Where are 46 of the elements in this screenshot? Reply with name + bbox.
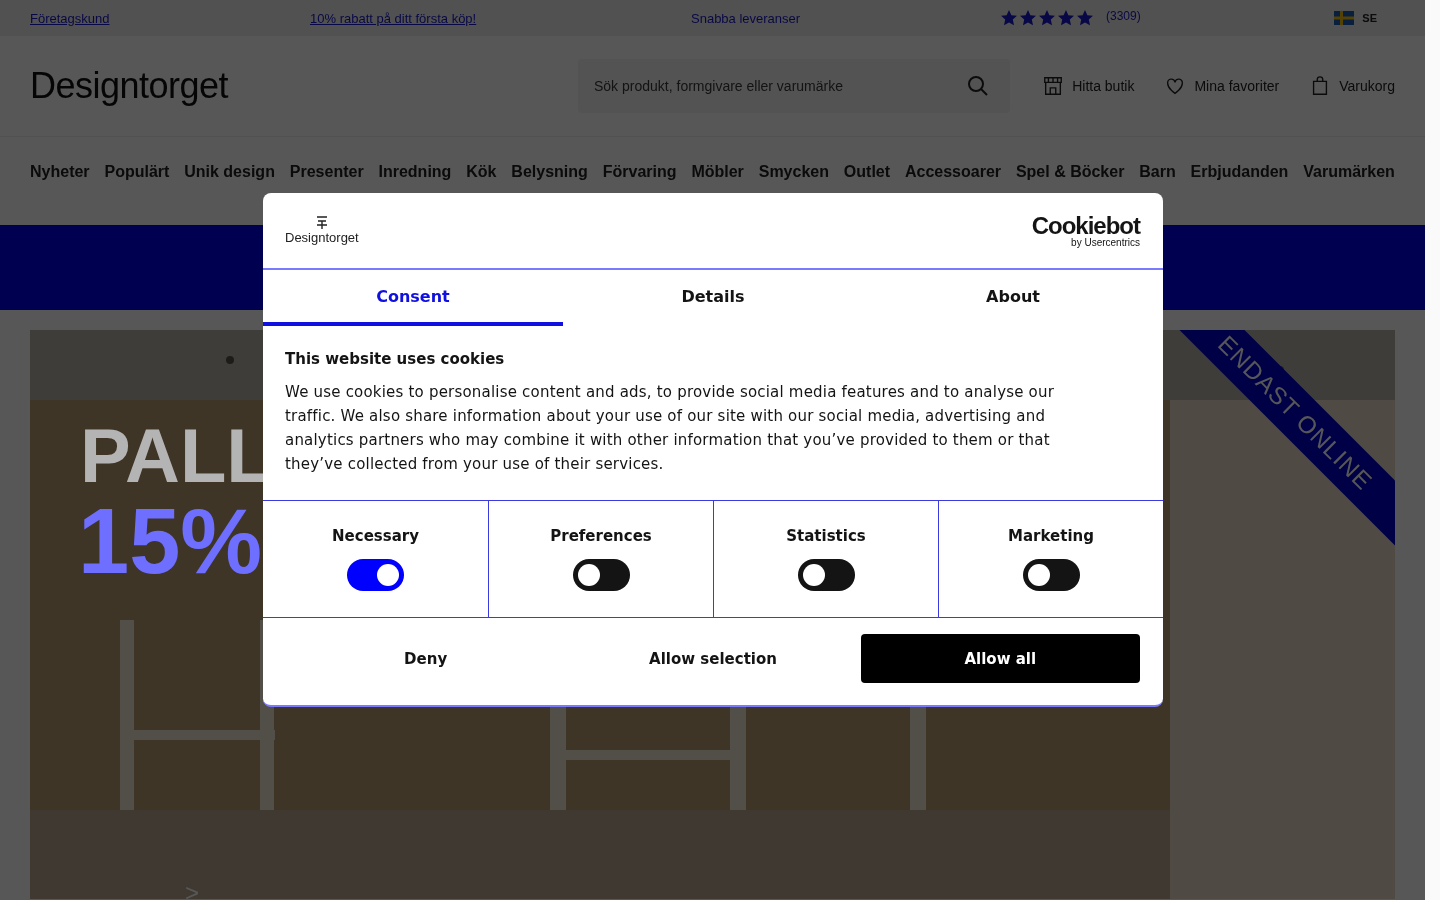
- nav-item[interactable]: Belysning: [511, 163, 588, 181]
- brand-mark-icon: [315, 216, 328, 230]
- brand-name: Designtorget: [285, 230, 359, 245]
- toggle-switch[interactable]: [797, 559, 855, 591]
- nav-item[interactable]: Populärt: [104, 163, 170, 181]
- country-code[interactable]: SE: [1362, 12, 1377, 24]
- nav-item[interactable]: Varumärken: [1303, 163, 1395, 181]
- top-text: Snabba leveranser: [691, 10, 801, 26]
- store-icon: [1042, 75, 1065, 97]
- toggle-switch[interactable]: [572, 559, 630, 591]
- review-count[interactable]: (3309): [1106, 9, 1141, 27]
- provider-name: Cookiebot: [1031, 213, 1140, 238]
- nav-item[interactable]: Erbjudanden: [1190, 163, 1289, 181]
- top-link[interactable]: Företagskund: [30, 10, 110, 26]
- allow-all-button[interactable]: Allow all: [860, 634, 1140, 683]
- nav-item[interactable]: Förvaring: [602, 163, 677, 181]
- dialog-title: This website uses cookies: [285, 350, 506, 368]
- toggle-switch[interactable]: [1022, 559, 1080, 591]
- next-arrow[interactable]: >: [185, 879, 199, 899]
- dialog-text: We use cookies to personalise content and ads, to provide social media features and to analyse our traffic. We also share information about your use of our site with our social media, advertising and analytics partners who may combine it with other information that you’ve provided to them or that they’ve collected from your use of their services.: [285, 382, 1056, 475]
- header-link[interactable]: Varukorg: [1309, 75, 1395, 97]
- nav-item[interactable]: Barn: [1139, 163, 1176, 181]
- header-link[interactable]: Mina favoriter: [1164, 75, 1280, 97]
- nav-item[interactable]: Spel & Böcker: [1015, 163, 1125, 181]
- header-link[interactable]: Hitta butik: [1042, 75, 1135, 97]
- nav-item[interactable]: Unik design: [184, 163, 275, 181]
- nav-item[interactable]: Möbler: [691, 163, 744, 181]
- nav-item[interactable]: Kök: [466, 163, 497, 181]
- nav-item[interactable]: Smycken: [758, 163, 829, 181]
- site-logo[interactable]: Designtorget: [30, 65, 578, 107]
- nav-item[interactable]: Inredning: [378, 163, 452, 181]
- category-label: Preferences: [550, 527, 652, 545]
- hero-discount: 15%: [78, 495, 263, 587]
- top-link[interactable]: 10% rabatt på ditt första köp!: [310, 10, 477, 26]
- search-field[interactable]: Sök produkt, formgivare eller varumärke: [578, 59, 1010, 113]
- nav-item[interactable]: Presenter: [289, 163, 364, 181]
- nav-item[interactable]: Nyheter: [30, 163, 90, 181]
- nav-item[interactable]: Outlet: [843, 163, 891, 181]
- provider-tagline: by Usercentrics: [1071, 237, 1140, 248]
- category-label: Statistics: [786, 527, 866, 545]
- search-icon[interactable]: [966, 74, 990, 98]
- category-label: Necessary: [332, 527, 419, 545]
- toggle-switch[interactable]: [347, 559, 404, 591]
- hero-headline: PALL: [80, 418, 273, 494]
- category-label: Marketing: [1008, 527, 1094, 545]
- nav-item[interactable]: Accessoarer: [904, 163, 1001, 181]
